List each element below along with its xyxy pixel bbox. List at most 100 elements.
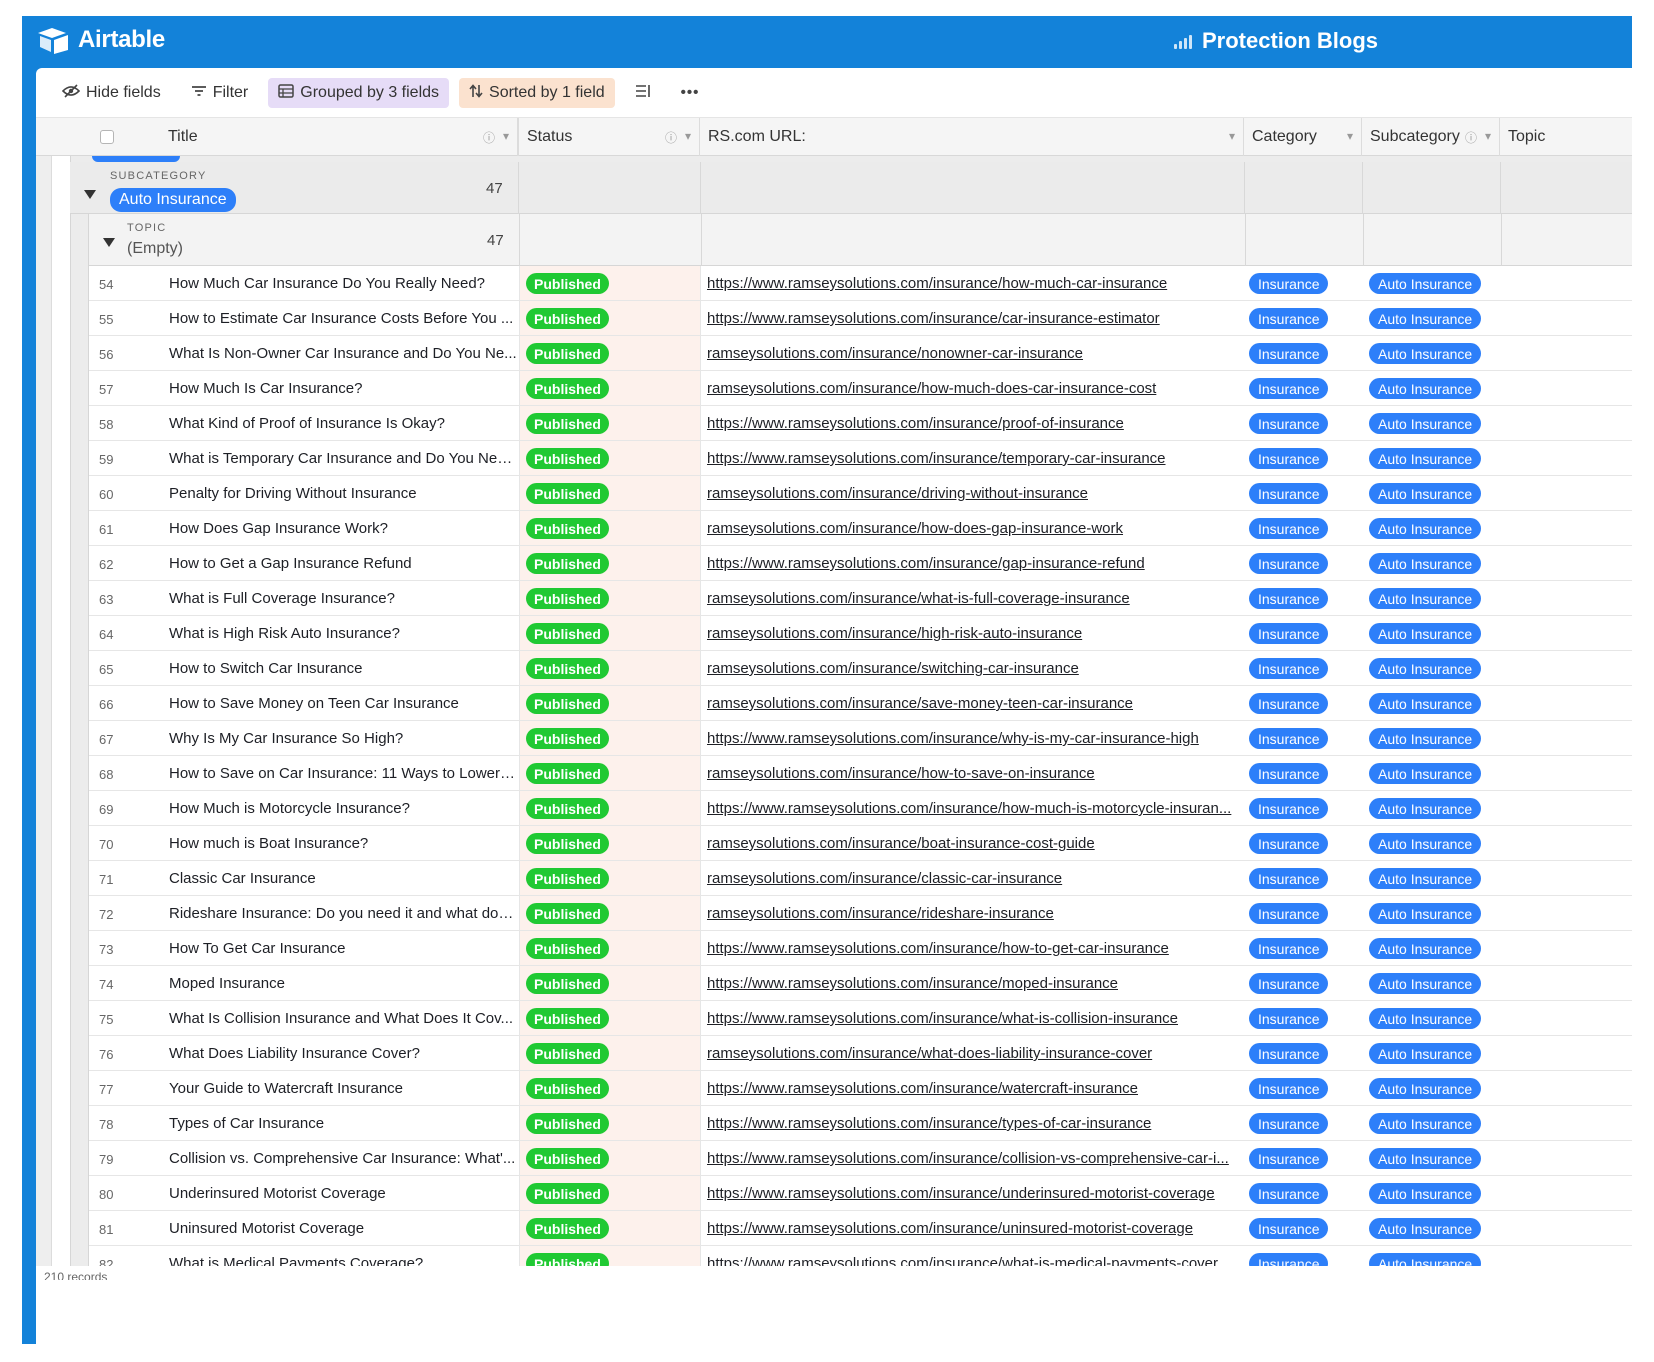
title-cell[interactable]: How Much is Motorcycle Insurance? bbox=[169, 800, 517, 817]
url-link[interactable]: ramseysolutions.com/insurance/how-does-g… bbox=[707, 520, 1237, 537]
title-cell[interactable]: How Does Gap Insurance Work? bbox=[169, 520, 517, 537]
url-link[interactable]: https://www.ramseysolutions.com/insuranc… bbox=[707, 730, 1237, 747]
url-link[interactable]: ramseysolutions.com/insurance/driving-wi… bbox=[707, 485, 1237, 502]
subcategory-tag[interactable]: Auto Insurance bbox=[1369, 903, 1482, 924]
category-tag[interactable]: Insurance bbox=[1249, 483, 1329, 504]
table-row[interactable]: 59 What is Temporary Car Insurance and Do… bbox=[89, 441, 1632, 476]
title-cell[interactable]: What Does Liability Insurance Cover? bbox=[169, 1045, 517, 1062]
status-cell[interactable]: Published bbox=[519, 1106, 701, 1140]
column-header-title[interactable]: Title ⓘ ▾ bbox=[160, 118, 518, 156]
subcategory-tag[interactable]: Auto Insurance bbox=[1369, 1183, 1482, 1204]
table-row[interactable]: 58 What Kind of Proof of Insurance Is Oka… bbox=[89, 406, 1632, 441]
title-cell[interactable]: What is Medical Payments Coverage? bbox=[169, 1255, 517, 1266]
table-row[interactable]: 56 What Is Non-Owner Car Insurance and Do… bbox=[89, 336, 1632, 371]
chevron-down-icon[interactable]: ▾ bbox=[1485, 129, 1491, 146]
url-link[interactable]: https://www.ramseysolutions.com/insuranc… bbox=[707, 1185, 1237, 1202]
title-cell[interactable]: What Is Collision Insurance and What Doe… bbox=[169, 1010, 517, 1027]
subcategory-tag[interactable]: Auto Insurance bbox=[1369, 483, 1482, 504]
table-row[interactable]: 79 Collision vs. Comprehensive Car Insura… bbox=[89, 1141, 1632, 1176]
status-cell[interactable]: Published bbox=[519, 686, 701, 720]
title-cell[interactable]: Classic Car Insurance bbox=[169, 870, 517, 887]
url-link[interactable]: https://www.ramseysolutions.com/insuranc… bbox=[707, 1010, 1237, 1027]
category-tag[interactable]: Insurance bbox=[1249, 308, 1329, 329]
table-row[interactable]: 74 Moped Insurance Published https://www.ra… bbox=[89, 966, 1632, 1001]
table-row[interactable]: 76 What Does Liability Insurance Cover? Pu… bbox=[89, 1036, 1632, 1071]
url-link[interactable]: ramseysolutions.com/insurance/what-does-… bbox=[707, 1045, 1237, 1062]
status-cell[interactable]: Published bbox=[519, 966, 701, 1000]
category-tag[interactable]: Insurance bbox=[1249, 623, 1329, 644]
status-cell[interactable]: Published bbox=[519, 826, 701, 860]
status-cell[interactable]: Published bbox=[519, 896, 701, 930]
title-cell[interactable]: How Much Car Insurance Do You Really Nee… bbox=[169, 275, 517, 292]
group-button[interactable]: Grouped by 3 fields bbox=[268, 77, 450, 108]
subcategory-tag[interactable]: Auto Insurance bbox=[1369, 308, 1482, 329]
category-tag[interactable]: Insurance bbox=[1249, 1043, 1329, 1064]
title-cell[interactable]: Why Is My Car Insurance So High? bbox=[169, 730, 517, 747]
subcategory-tag[interactable]: Auto Insurance bbox=[1369, 938, 1482, 959]
table-row[interactable]: 54 How Much Car Insurance Do You Really N… bbox=[89, 266, 1632, 301]
url-link[interactable]: ramseysolutions.com/insurance/classic-ca… bbox=[707, 870, 1237, 887]
category-tag[interactable]: Insurance bbox=[1249, 378, 1329, 399]
subcategory-tag[interactable]: Auto Insurance bbox=[1369, 798, 1482, 819]
subcategory-tag[interactable]: Auto Insurance bbox=[1369, 553, 1482, 574]
url-link[interactable]: https://www.ramseysolutions.com/insuranc… bbox=[707, 450, 1237, 467]
column-header-category[interactable]: Category ▾ bbox=[1244, 118, 1362, 156]
collapse-triangle-icon[interactable] bbox=[84, 190, 96, 199]
title-cell[interactable]: How to Switch Car Insurance bbox=[169, 660, 517, 677]
category-tag[interactable]: Insurance bbox=[1249, 833, 1329, 854]
subcategory-group-header[interactable]: SUBCATEGORY Auto Insurance 47 bbox=[70, 162, 1632, 214]
status-cell[interactable]: Published bbox=[519, 406, 701, 440]
topic-group-header[interactable]: TOPIC (Empty) 47 bbox=[88, 214, 1632, 266]
title-cell[interactable]: How to Get a Gap Insurance Refund bbox=[169, 555, 517, 572]
category-tag[interactable]: Insurance bbox=[1249, 273, 1329, 294]
subcategory-tag[interactable]: Auto Insurance bbox=[1369, 448, 1482, 469]
status-cell[interactable]: Published bbox=[519, 1036, 701, 1070]
chevron-down-icon[interactable]: ▾ bbox=[503, 129, 509, 146]
table-row[interactable]: 66 How to Save Money on Teen Car Insuranc… bbox=[89, 686, 1632, 721]
collapse-triangle-icon[interactable] bbox=[103, 238, 115, 247]
url-link[interactable]: ramseysolutions.com/insurance/rideshare-… bbox=[707, 905, 1237, 922]
url-link[interactable]: https://www.ramseysolutions.com/insuranc… bbox=[707, 1255, 1237, 1266]
subcategory-tag[interactable]: Auto Insurance bbox=[1369, 833, 1482, 854]
category-tag[interactable]: Insurance bbox=[1249, 1218, 1329, 1239]
info-icon[interactable]: ⓘ bbox=[483, 129, 495, 146]
url-link[interactable]: ramseysolutions.com/insurance/high-risk-… bbox=[707, 625, 1237, 642]
column-header-subcategory[interactable]: Subcategory ⓘ ▾ bbox=[1362, 118, 1500, 156]
subcategory-tag[interactable]: Auto Insurance bbox=[1369, 378, 1482, 399]
status-cell[interactable]: Published bbox=[519, 651, 701, 685]
table-row[interactable]: 62 How to Get a Gap Insurance Refund Publi… bbox=[89, 546, 1632, 581]
title-cell[interactable]: What is Temporary Car Insurance and Do Y… bbox=[169, 450, 517, 467]
title-cell[interactable]: Underinsured Motorist Coverage bbox=[169, 1185, 517, 1202]
status-cell[interactable]: Published bbox=[519, 931, 701, 965]
category-tag[interactable]: Insurance bbox=[1249, 413, 1329, 434]
table-row[interactable]: 73 How To Get Car Insurance Published https… bbox=[89, 931, 1632, 966]
category-tag[interactable]: Insurance bbox=[1249, 1253, 1329, 1266]
subcategory-tag[interactable]: Auto Insurance bbox=[1369, 728, 1482, 749]
url-link[interactable]: https://www.ramseysolutions.com/insuranc… bbox=[707, 555, 1237, 572]
table-row[interactable]: 75 What Is Collision Insurance and What D… bbox=[89, 1001, 1632, 1036]
table-row[interactable]: 55 How to Estimate Car Insurance Costs Be… bbox=[89, 301, 1632, 336]
title-cell[interactable]: How to Estimate Car Insurance Costs Befo… bbox=[169, 310, 517, 327]
row-height-button[interactable] bbox=[625, 78, 661, 108]
status-cell[interactable]: Published bbox=[519, 1176, 701, 1210]
chevron-down-icon[interactable]: ▾ bbox=[685, 129, 691, 146]
url-link[interactable]: ramseysolutions.com/insurance/save-money… bbox=[707, 695, 1237, 712]
sort-button[interactable]: Sorted by 1 field bbox=[459, 77, 615, 108]
column-header-status[interactable]: Status ⓘ ▾ bbox=[518, 118, 700, 156]
subcategory-tag[interactable]: Auto Insurance bbox=[1369, 763, 1482, 784]
status-cell[interactable]: Published bbox=[519, 441, 701, 475]
status-cell[interactable]: Published bbox=[519, 336, 701, 370]
category-tag[interactable]: Insurance bbox=[1249, 973, 1329, 994]
category-tag[interactable]: Insurance bbox=[1249, 798, 1329, 819]
title-cell[interactable]: How Much Is Car Insurance? bbox=[169, 380, 517, 397]
category-tag[interactable]: Insurance bbox=[1249, 763, 1329, 784]
title-cell[interactable]: How much is Boat Insurance? bbox=[169, 835, 517, 852]
url-link[interactable]: ramseysolutions.com/insurance/what-is-fu… bbox=[707, 590, 1237, 607]
subcategory-tag[interactable]: Auto Insurance bbox=[1369, 693, 1482, 714]
status-cell[interactable]: Published bbox=[519, 581, 701, 615]
url-link[interactable]: ramseysolutions.com/insurance/boat-insur… bbox=[707, 835, 1237, 852]
table-row[interactable]: 81 Uninsured Motorist Coverage Published ht… bbox=[89, 1211, 1632, 1246]
table-row[interactable]: 63 What is Full Coverage Insurance? Publis… bbox=[89, 581, 1632, 616]
category-tag[interactable]: Insurance bbox=[1249, 693, 1329, 714]
chevron-down-icon[interactable]: ▾ bbox=[1347, 129, 1353, 143]
